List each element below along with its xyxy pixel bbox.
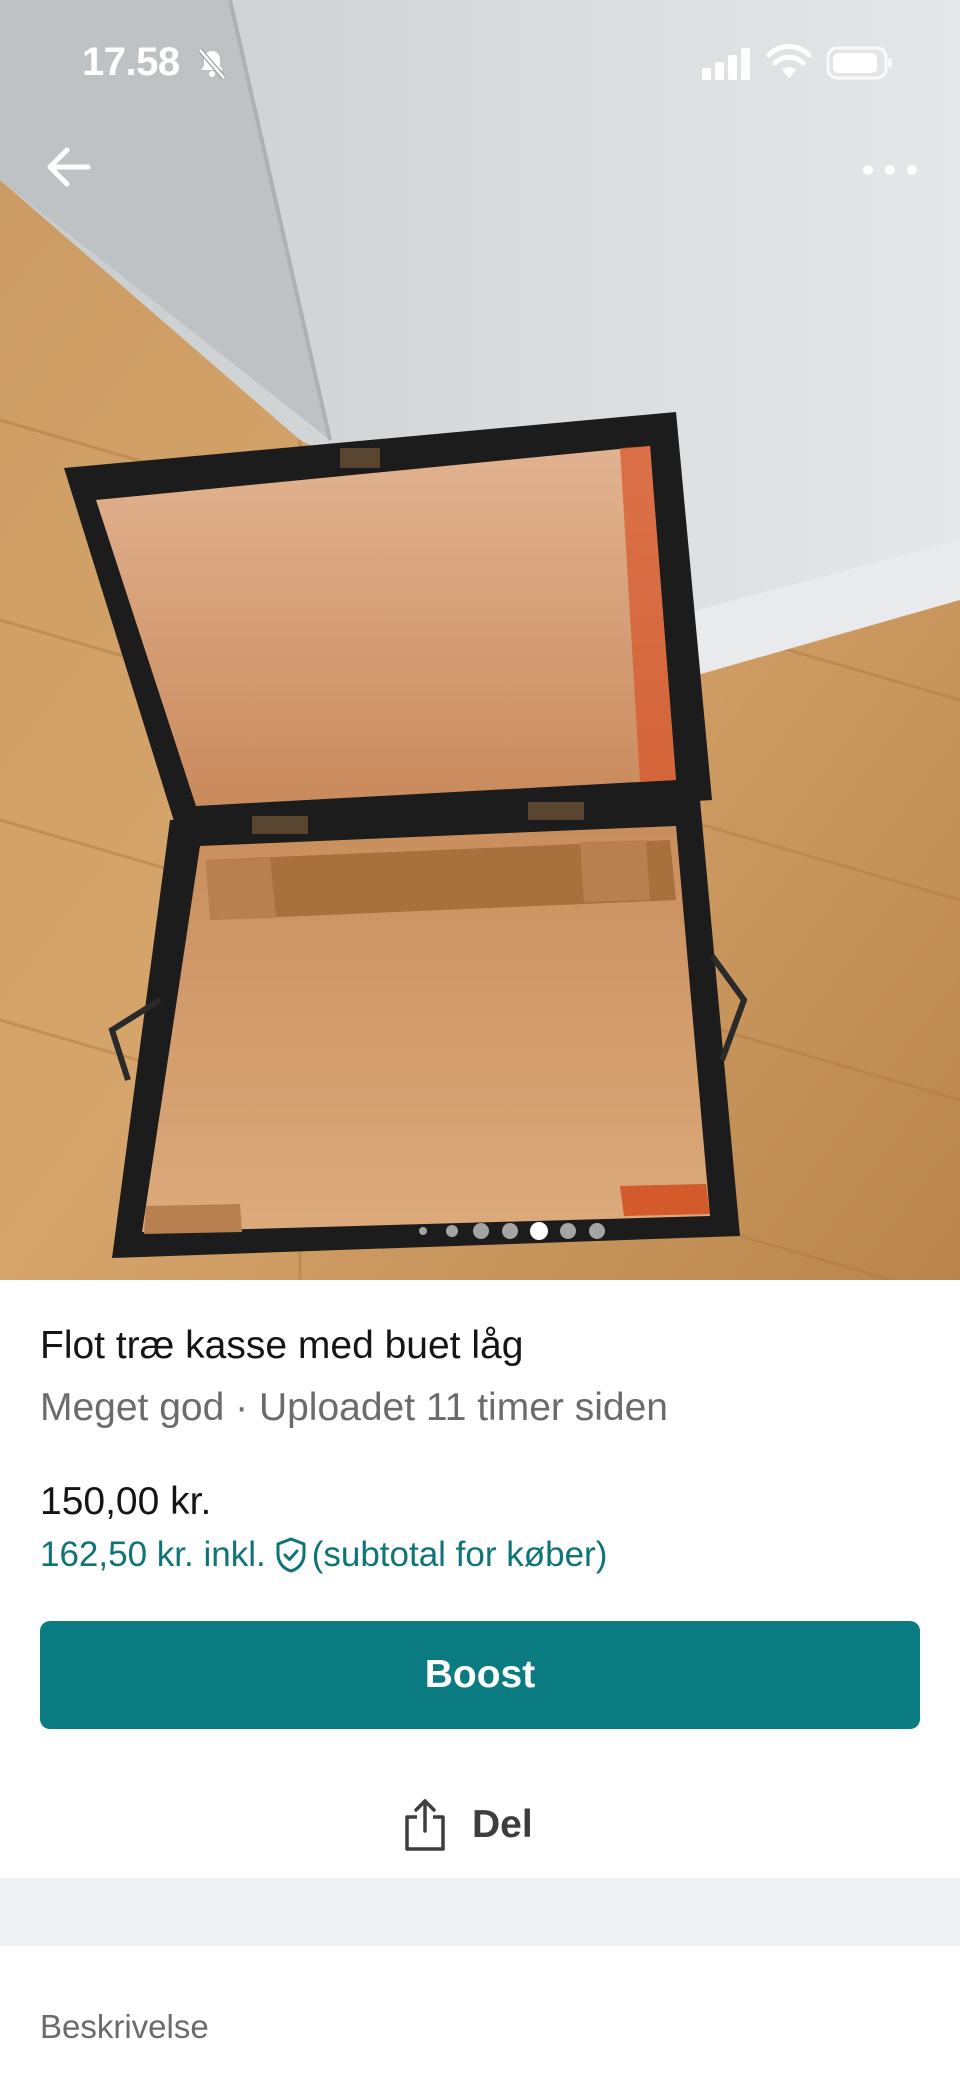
- listing-title: Flot træ kasse med buet låg: [40, 1324, 524, 1367]
- wifi-icon: [766, 44, 812, 78]
- listing-price: 150,00 kr.: [40, 1480, 212, 1523]
- battery-icon: [826, 46, 892, 80]
- back-button[interactable]: [36, 132, 106, 202]
- carousel-dot-active[interactable]: [530, 1222, 548, 1240]
- share-label: Del: [472, 1803, 533, 1846]
- description-heading: Beskrivelse: [40, 2008, 209, 2045]
- more-horizontal-icon: [863, 165, 917, 175]
- share-icon: [405, 1799, 445, 1851]
- more-options-button[interactable]: [850, 132, 930, 202]
- carousel-dot[interactable]: [419, 1227, 427, 1235]
- arrow-left-icon: [47, 147, 91, 187]
- carousel-dot[interactable]: [589, 1223, 605, 1239]
- buyer-price-line[interactable]: 162,50 kr. inkl. (subtotal for køber): [40, 1535, 607, 1575]
- carousel-dots[interactable]: [0, 1218, 960, 1244]
- bell-slash-icon: [198, 48, 226, 80]
- buyer-price: 162,50 kr. inkl.: [40, 1535, 266, 1574]
- shield-check-icon[interactable]: [274, 1536, 308, 1574]
- listing-subtitle: Meget god · Uploadet 11 timer siden: [40, 1386, 668, 1429]
- carousel-dot[interactable]: [446, 1225, 458, 1237]
- carousel-dot[interactable]: [473, 1223, 489, 1239]
- signal-icon: [702, 48, 750, 80]
- section-divider: [0, 1878, 960, 1946]
- status-bar: 17.58: [0, 0, 960, 120]
- carousel-dot[interactable]: [502, 1223, 518, 1239]
- product-photo[interactable]: [0, 0, 960, 1280]
- buyer-price-note: (subtotal for køber): [311, 1535, 608, 1574]
- share-button[interactable]: Del: [400, 1790, 533, 1860]
- boost-button[interactable]: Boost: [40, 1621, 920, 1729]
- carousel-dot[interactable]: [560, 1223, 576, 1239]
- status-time: 17.58: [82, 40, 180, 84]
